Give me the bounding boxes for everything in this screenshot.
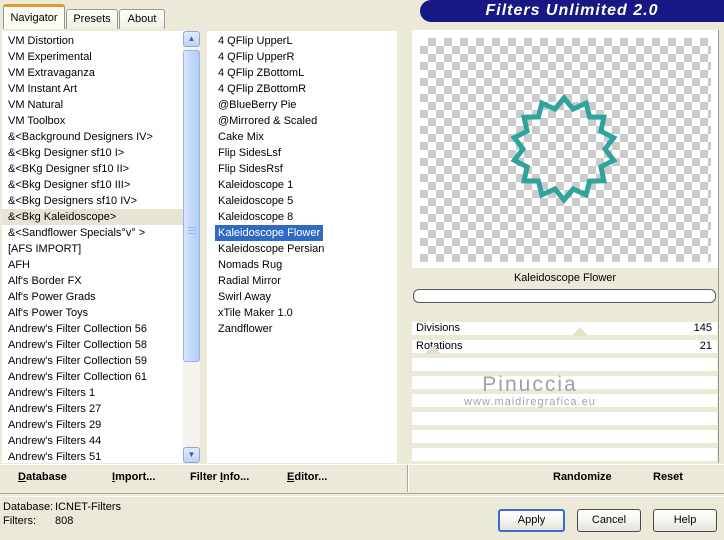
- arrow-up-icon: ▲: [187, 34, 196, 43]
- app-title-banner: Filters Unlimited 2.0: [420, 0, 724, 22]
- category-item[interactable]: &<Bkg Designers sf10 IV>: [2, 193, 183, 209]
- status-filters-label: Filters:: [3, 515, 36, 527]
- transparency-checkerboard: [420, 38, 711, 262]
- toolbar: [0, 464, 724, 494]
- help-button[interactable]: Help: [653, 509, 717, 532]
- filter-item[interactable]: 4 QFlip UpperR: [215, 49, 297, 65]
- filters-unlimited-dialog: Filters Unlimited 2.0 Navigator Presets …: [0, 0, 724, 540]
- category-item[interactable]: VM Distortion: [2, 33, 183, 49]
- status-database-value: ICNET-Filters: [55, 501, 121, 513]
- selected-filter-title: Kaleidoscope Flower: [513, 272, 617, 284]
- toolbar-divider: [407, 465, 409, 492]
- filter-item[interactable]: Nomads Rug: [215, 257, 285, 273]
- slider-row-empty: [412, 412, 717, 425]
- slider-divisions[interactable]: Divisions 145: [412, 322, 717, 336]
- panel-divider: [718, 30, 719, 463]
- filter-item[interactable]: 4 QFlip UpperL: [215, 33, 296, 49]
- category-item[interactable]: Andrew's Filter Collection 58: [2, 337, 183, 353]
- category-scrollbar[interactable]: ▲ ▼: [183, 31, 200, 463]
- category-item[interactable]: Andrew's Filter Collection 61: [2, 369, 183, 385]
- slider-rotations[interactable]: Rotations 21: [412, 340, 717, 354]
- toolbar-separator: [0, 493, 724, 497]
- filter-item[interactable]: Swirl Away: [215, 289, 274, 305]
- category-item[interactable]: Andrew's Filter Collection 59: [2, 353, 183, 369]
- filter-item[interactable]: Flip SidesLsf: [215, 145, 284, 161]
- tab-presets[interactable]: Presets: [66, 9, 118, 29]
- category-item[interactable]: Andrew's Filters 27: [2, 401, 183, 417]
- scroll-down-button[interactable]: ▼: [183, 447, 200, 463]
- randomize-button[interactable]: Randomize: [553, 471, 612, 483]
- database-button[interactable]: Database: [18, 471, 67, 483]
- filter-item[interactable]: 4 QFlip ZBottomL: [215, 65, 307, 81]
- category-item[interactable]: &<Background Designers IV>: [2, 129, 183, 145]
- filter-list: 4 QFlip UpperL 4 QFlip UpperR 4 QFlip ZBot…: [207, 31, 397, 463]
- slider-row-empty: [412, 448, 717, 461]
- scrollbar-thumb[interactable]: [183, 50, 200, 362]
- category-item[interactable]: &<BKg Designer sf10 II>: [2, 161, 183, 177]
- filter-item[interactable]: @Mirrored & Scaled: [215, 113, 320, 129]
- category-item[interactable]: Andrew's Filters 29: [2, 417, 183, 433]
- filter-item[interactable]: Kaleidoscope 1: [215, 177, 296, 193]
- category-item[interactable]: Andrew's Filters 51: [2, 449, 183, 463]
- cancel-button[interactable]: Cancel: [577, 509, 641, 532]
- progress-bar: [413, 289, 716, 303]
- filter-item[interactable]: @BlueBerry Pie: [215, 97, 299, 113]
- filter-item[interactable]: 4 QFlip ZBottomR: [215, 81, 309, 97]
- tab-navigator[interactable]: Navigator: [3, 4, 65, 29]
- import-button[interactable]: Import...: [112, 471, 155, 483]
- preview-canvas[interactable]: [412, 30, 718, 268]
- category-item[interactable]: Alf's Power Toys: [2, 305, 183, 321]
- reset-button[interactable]: Reset: [653, 471, 683, 483]
- category-list: VM Distortion VM Experimental VM Extravaga…: [2, 31, 200, 463]
- editor-button[interactable]: Editor...: [287, 471, 327, 483]
- filter-item[interactable]: Zandflower: [215, 321, 275, 337]
- filter-item[interactable]: Flip SidesRsf: [215, 161, 286, 177]
- filter-item[interactable]: xTile Maker 1.0: [215, 305, 296, 321]
- category-item[interactable]: Andrew's Filter Collection 56: [2, 321, 183, 337]
- app-title: Filters Unlimited 2.0: [485, 2, 659, 19]
- category-item[interactable]: Andrew's Filters 1: [2, 385, 183, 401]
- slider-thumb[interactable]: [571, 327, 588, 336]
- category-item[interactable]: Alf's Border FX: [2, 273, 183, 289]
- category-item[interactable]: VM Natural: [2, 97, 183, 113]
- scroll-up-button[interactable]: ▲: [183, 31, 200, 47]
- category-item[interactable]: &<Bkg Designer sf10 III>: [2, 177, 183, 193]
- filter-item[interactable]: Radial Mirror: [215, 273, 284, 289]
- category-item[interactable]: [AFS IMPORT]: [2, 241, 183, 257]
- category-item[interactable]: &<Bkg Designer sf10 I>: [2, 145, 183, 161]
- slider-row-empty: [412, 430, 717, 443]
- filter-item[interactable]: Kaleidoscope Flower: [215, 225, 324, 241]
- category-item[interactable]: Andrew's Filters 44: [2, 433, 183, 449]
- category-item[interactable]: &<Sandflower Specials°v° >: [2, 225, 183, 241]
- slider-row-empty: [412, 394, 717, 407]
- category-item[interactable]: VM Toolbox: [2, 113, 183, 129]
- slider-value: 145: [693, 322, 712, 334]
- status-database-label: Database:: [3, 501, 54, 513]
- slider-value: 21: [699, 340, 712, 352]
- kaleidoscope-shape: [510, 94, 618, 204]
- slider-label: Divisions: [416, 322, 461, 334]
- slider-row-empty: [412, 358, 717, 371]
- thumb-grip-icon: [187, 227, 196, 235]
- filter-info-button[interactable]: Filter Info...: [190, 471, 249, 483]
- status-filters-value: 808: [55, 515, 74, 527]
- category-item[interactable]: VM Experimental: [2, 49, 183, 65]
- slider-thumb[interactable]: [425, 345, 442, 354]
- category-item[interactable]: Alf's Power Grads: [2, 289, 183, 305]
- slider-row-empty: [412, 376, 717, 389]
- filter-item[interactable]: Kaleidoscope Persian: [215, 241, 327, 257]
- filter-item[interactable]: Cake Mix: [215, 129, 267, 145]
- filter-item[interactable]: Kaleidoscope 8: [215, 209, 296, 225]
- category-item[interactable]: AFH: [2, 257, 183, 273]
- tab-about[interactable]: About: [119, 9, 165, 29]
- category-item[interactable]: &<Bkg Kaleidoscope>: [2, 209, 183, 225]
- apply-button[interactable]: Apply: [498, 509, 565, 532]
- filter-item[interactable]: Kaleidoscope 5: [215, 193, 296, 209]
- category-item[interactable]: VM Instant Art: [2, 81, 183, 97]
- arrow-down-icon: ▼: [187, 450, 196, 459]
- category-item[interactable]: VM Extravaganza: [2, 65, 183, 81]
